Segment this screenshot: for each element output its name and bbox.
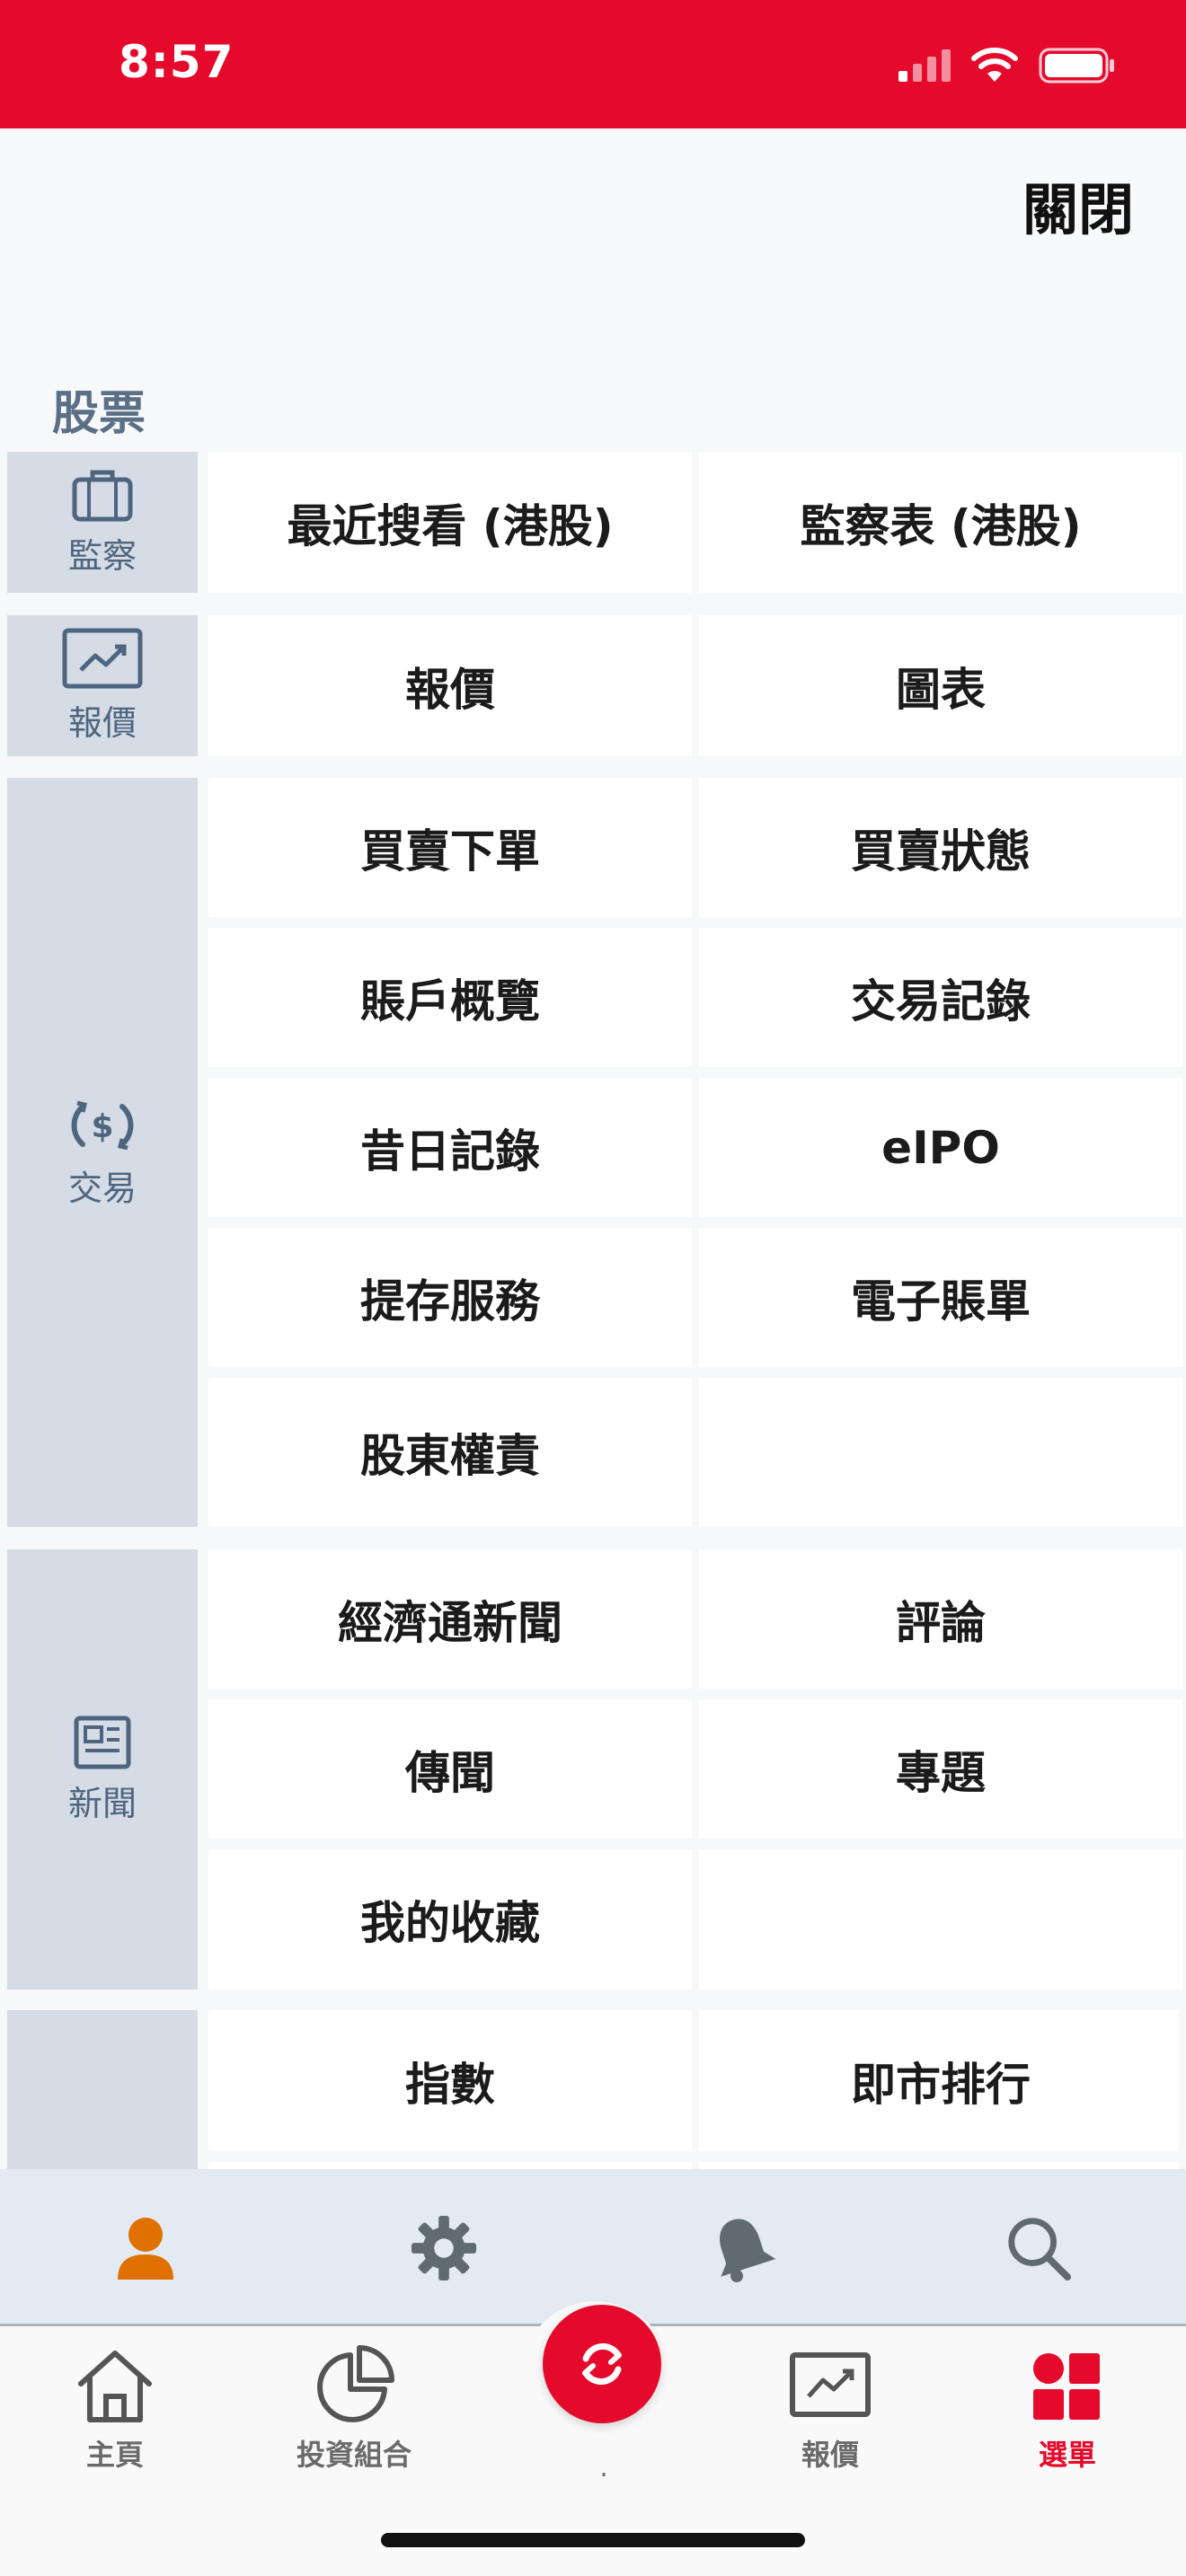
menu-item-e-statement[interactable]: 電子賬單 — [699, 1228, 1182, 1367]
home-icon — [78, 2351, 152, 2422]
briefcase-icon — [72, 470, 133, 522]
menu-item-indices[interactable]: 指數 — [208, 2010, 692, 2151]
group-trade-rows: 買賣下單 買賣狀態 賬戶概覽 交易記錄 昔日記錄 eIPO 提存服務 電子賬單 … — [208, 778, 1182, 1527]
nav-portfolio-label: 投資組合 — [296, 2438, 412, 2472]
menu-row: 昔日記錄 eIPO — [208, 1078, 1182, 1217]
header: 關閉 — [0, 128, 1186, 362]
menu-row: 報價 圖表 — [208, 615, 1182, 756]
bell-icon[interactable] — [708, 2214, 776, 2282]
group-trade-side[interactable]: $ 交易 — [7, 778, 198, 1527]
gear-icon[interactable] — [410, 2214, 478, 2282]
person-icon[interactable] — [111, 2214, 180, 2282]
search-icon[interactable] — [1005, 2214, 1073, 2282]
menu-row: 買賣下單 買賣狀態 — [208, 778, 1182, 917]
menu-row: 最近搜看 (港股) 監察表 (港股) — [208, 452, 1182, 593]
group-watch-rows: 最近搜看 (港股) 監察表 (港股) — [208, 452, 1182, 593]
home-indicator — [381, 2533, 805, 2547]
group-quote-side[interactable]: 報價 — [7, 615, 198, 756]
menu-item-watchlist[interactable]: 監察表 (港股) — [699, 452, 1182, 593]
group-trade-label: 交易 — [67, 1168, 137, 1208]
menu-item-commentary[interactable]: 評論 — [699, 1549, 1182, 1689]
battery-icon — [1039, 48, 1114, 84]
menu-item-recent-search[interactable]: 最近搜看 (港股) — [208, 452, 692, 593]
menu-item-empty — [699, 1849, 1182, 1989]
group-news-side[interactable]: 新聞 — [7, 1549, 198, 1989]
newspaper-icon — [74, 1716, 131, 1769]
group-news-rows: 經濟通新聞 評論 傳聞 專題 我的收藏 — [208, 1549, 1182, 1989]
chart-icon — [62, 628, 143, 689]
menu-item-market-ranking[interactable]: 即市排行 — [699, 2010, 1179, 2151]
menu-item-etnet-news[interactable]: 經濟通新聞 — [208, 1549, 692, 1689]
group-market-side[interactable] — [7, 2010, 198, 2169]
group-news-label: 新聞 — [67, 1783, 137, 1823]
trade-fab-button[interactable] — [543, 2305, 661, 2423]
group-watch-side[interactable]: 監察 — [7, 452, 198, 593]
menu-item-past-records[interactable]: 昔日記錄 — [208, 1078, 692, 1217]
menu-item-features[interactable]: 專題 — [699, 1699, 1182, 1839]
status-time: 8:57 — [119, 36, 235, 88]
swap-arrows-icon — [582, 2342, 622, 2386]
menu-item-chart[interactable]: 圖表 — [699, 615, 1182, 756]
menu-row — [208, 2162, 1179, 2169]
status-bar: 8:57 — [0, 0, 1186, 128]
menu-item-partial[interactable] — [699, 2162, 1179, 2169]
nav-menu[interactable]: 選單 — [987, 2344, 1148, 2474]
dollar-exchange-icon: $ — [71, 1100, 134, 1150]
section-title: 股票 — [52, 387, 146, 441]
group-quote-rows: 報價 圖表 — [208, 615, 1182, 756]
chart-icon — [790, 2352, 871, 2417]
nav-quote-label: 報價 — [801, 2438, 859, 2472]
menu-row: 股東權責 — [208, 1378, 1182, 1527]
menu-row: 指數 即市排行 — [208, 2010, 1179, 2151]
group-trade: $ 交易 買賣下單 買賣狀態 賬戶概覽 交易記錄 昔日記錄 eIPO 提存服務 … — [7, 778, 1182, 1527]
nav-portfolio[interactable]: 投資組合 — [273, 2344, 435, 2474]
menu-item-shareholder-rights[interactable]: 股東權責 — [208, 1378, 692, 1527]
close-button[interactable]: 關閉 — [1022, 164, 1134, 245]
menu-item-order-status[interactable]: 買賣狀態 — [699, 778, 1182, 917]
group-quote-label: 報價 — [67, 703, 137, 743]
menu-row: 經濟通新聞 評論 — [208, 1549, 1182, 1689]
cellular-signal-icon — [898, 49, 951, 82]
group-news: 新聞 經濟通新聞 評論 傳聞 專題 我的收藏 — [7, 1549, 1182, 1989]
menu-item-place-order[interactable]: 買賣下單 — [208, 778, 692, 917]
menu-item-quote[interactable]: 報價 — [208, 615, 692, 756]
group-watch-label: 監察 — [67, 536, 137, 576]
group-market: 指數 即市排行 — [7, 2010, 1179, 2169]
menu-row: 賬戶概覽 交易記錄 — [208, 928, 1182, 1067]
menu-row: 我的收藏 — [208, 1849, 1182, 1989]
nav-quote[interactable]: 報價 — [749, 2344, 911, 2474]
group-quote: 報價 報價 圖表 — [7, 615, 1182, 756]
svg-text:$: $ — [91, 1108, 113, 1145]
menu-grid-icon — [1033, 2353, 1100, 2420]
status-icons — [898, 45, 1116, 86]
menu-item-account-overview[interactable]: 賬戶概覽 — [208, 928, 692, 1067]
menu-item-trade-history[interactable]: 交易記錄 — [699, 928, 1182, 1067]
group-market-rows: 指數 即市排行 — [208, 2010, 1179, 2169]
menu-item-rumours[interactable]: 傳聞 — [208, 1699, 692, 1839]
menu-row: 傳聞 專題 — [208, 1699, 1182, 1839]
nav-home-label: 主頁 — [85, 2438, 144, 2472]
menu-item-favorites[interactable]: 我的收藏 — [208, 1849, 692, 1989]
pie-chart-icon — [317, 2345, 394, 2422]
menu-item-eipo[interactable]: eIPO — [699, 1078, 1182, 1217]
nav-menu-label: 選單 — [1038, 2438, 1096, 2472]
menu-item-deposit-withdraw[interactable]: 提存服務 — [208, 1228, 692, 1367]
fab-label: . — [599, 2452, 608, 2483]
nav-home[interactable]: 主頁 — [34, 2344, 196, 2474]
menu-item-partial[interactable] — [208, 2162, 692, 2169]
menu-row: 提存服務 電子賬單 — [208, 1228, 1182, 1367]
group-watch: 監察 最近搜看 (港股) 監察表 (港股) — [7, 452, 1182, 593]
wifi-icon — [971, 48, 1018, 82]
menu-item-empty — [699, 1378, 1182, 1527]
